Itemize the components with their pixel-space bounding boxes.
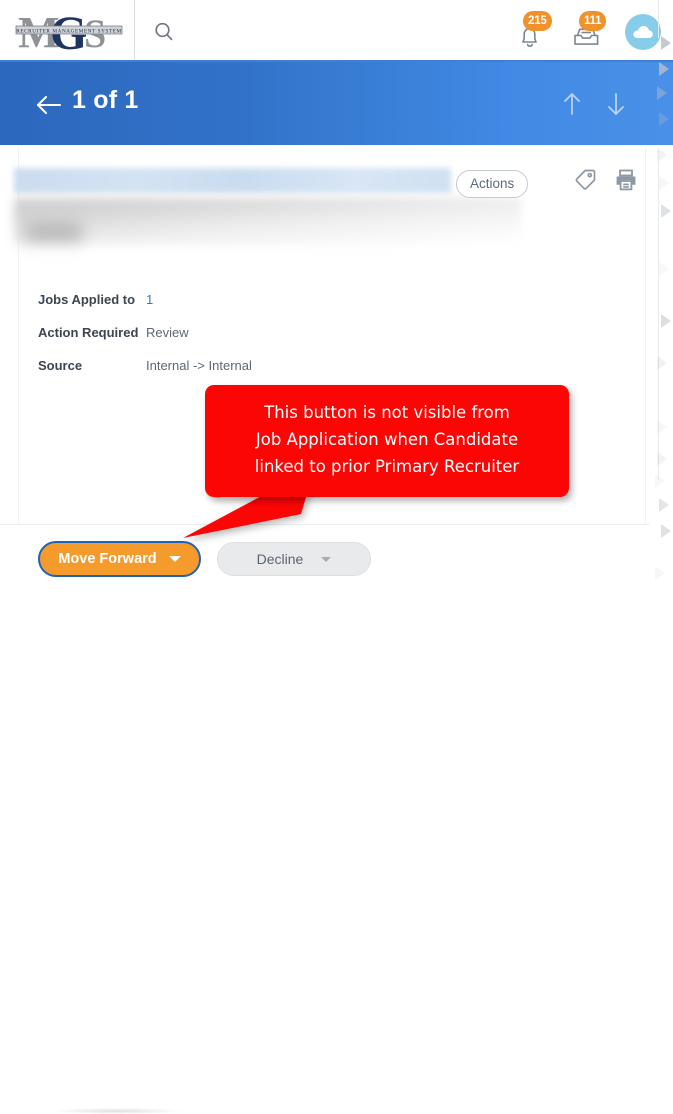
inbox-badge: 111 <box>579 11 607 31</box>
inbox-button[interactable]: 111 <box>569 11 607 51</box>
tag-button[interactable] <box>572 167 598 193</box>
record-subheader: 1 of 1 <box>0 62 673 145</box>
arrow-up-icon[interactable] <box>561 92 583 116</box>
actions-button[interactable]: Actions <box>456 170 529 198</box>
callout-text: This button is not visible from Job Appl… <box>254 403 520 476</box>
avatar[interactable] <box>625 14 661 50</box>
cloud-icon <box>633 26 653 38</box>
detail-label: Action Required <box>38 325 139 340</box>
detail-row: Jobs Applied to 1 <box>38 292 458 325</box>
arrow-down-icon[interactable] <box>605 92 627 116</box>
tag-icon <box>575 169 596 190</box>
notifications-button[interactable]: 215 <box>513 11 552 51</box>
move-forward-label: Move Forward <box>58 551 157 567</box>
back-button[interactable] <box>36 94 62 116</box>
print-button[interactable] <box>613 167 639 193</box>
record-navigation <box>561 92 627 116</box>
detail-value: Internal -> Internal <box>146 358 252 373</box>
search-icon[interactable] <box>150 18 178 46</box>
decline-label: Decline <box>256 551 304 567</box>
annotation-callout: This button is not visible from Job Appl… <box>205 385 569 497</box>
detail-label: Source <box>38 358 83 373</box>
chevron-down-icon <box>168 556 181 562</box>
arrow-left-icon <box>36 95 62 115</box>
notifications-badge: 215 <box>523 11 552 31</box>
detail-label: Jobs Applied to <box>38 292 136 307</box>
record-details-list: Jobs Applied to 1 Action Required Review… <box>38 292 458 391</box>
redacted-candidate-details <box>14 198 521 245</box>
content-right-rule <box>645 148 646 523</box>
detail-row: Action Required Review <box>38 325 458 358</box>
jobs-applied-to-link[interactable]: 1 <box>146 292 153 307</box>
mgs-logo[interactable]: M S G RECRUITER MANAGEMENT SYSTEM <box>14 7 124 55</box>
nav-actions: 215 111 <box>513 8 661 56</box>
page-counter: 1 of 1 <box>72 86 139 114</box>
top-navigation-bar: M S G RECRUITER MANAGEMENT SYSTEM 215 11… <box>0 0 673 62</box>
nav-divider <box>134 0 135 60</box>
detail-value: Review <box>146 325 189 340</box>
printer-icon <box>616 169 636 191</box>
button-shadow <box>52 1108 182 1114</box>
mgs-logo-icon: M S G RECRUITER MANAGEMENT SYSTEM <box>15 7 123 55</box>
decline-button[interactable]: Decline <box>217 542 371 576</box>
move-forward-button[interactable]: Move Forward <box>38 541 201 577</box>
svg-text:RECRUITER MANAGEMENT SYSTEM: RECRUITER MANAGEMENT SYSTEM <box>16 29 121 35</box>
redacted-candidate-name <box>14 168 451 193</box>
search-glass-icon <box>155 22 173 41</box>
chevron-down-icon <box>321 556 332 562</box>
